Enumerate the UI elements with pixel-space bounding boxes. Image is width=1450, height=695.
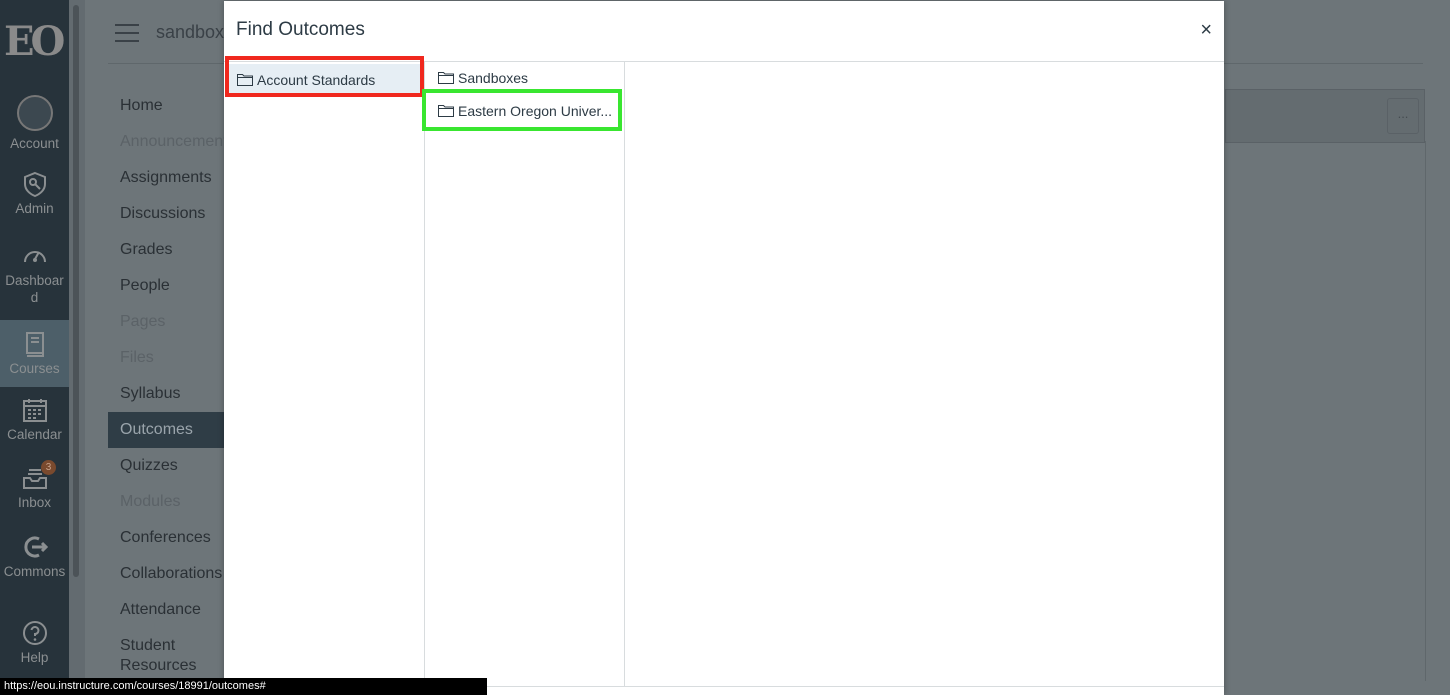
- help-icon: [22, 621, 47, 645]
- course-nav-student-resources[interactable]: Student Resources: [108, 628, 220, 680]
- outcomes-toolbar: ...: [1225, 89, 1425, 143]
- nav-calendar-label: Calendar: [7, 427, 62, 442]
- dialog-titlebar: Find Outcomes ×: [224, 1, 1224, 62]
- nav-admin-label: Admin: [15, 201, 54, 216]
- nav-admin[interactable]: Admin: [0, 170, 69, 217]
- dialog-title: Find Outcomes: [236, 19, 365, 40]
- nav-dashboard-label: Dashboard: [5, 273, 64, 305]
- nav-calendar[interactable]: Calendar: [0, 396, 69, 443]
- nav-commons-label: Commons: [3, 564, 66, 579]
- nav-help-label: Help: [20, 650, 49, 665]
- nav-courses[interactable]: Courses: [0, 320, 69, 387]
- outcome-details-pane: [625, 62, 1223, 686]
- account-avatar: [16, 95, 53, 131]
- breadcrumb[interactable]: sandbox: [156, 22, 224, 43]
- nav-commons[interactable]: Commons: [0, 533, 69, 580]
- page-gutter: [69, 0, 85, 695]
- book-icon: [25, 332, 44, 357]
- shield-key-icon: [23, 171, 46, 198]
- dashboard-gauge-icon: [23, 251, 46, 263]
- nav-account-label: Account: [10, 136, 59, 151]
- institution-logo[interactable]: EO: [0, 0, 69, 85]
- red-highlight-box: [225, 56, 424, 97]
- folder-icon: [438, 72, 454, 85]
- calendar-icon: [22, 399, 47, 422]
- nav-dashboard[interactable]: Dashboard: [0, 242, 69, 306]
- more-options-button[interactable]: ...: [1387, 98, 1419, 134]
- status-bar-url: https://eou.instructure.com/courses/1899…: [0, 678, 487, 695]
- nav-inbox[interactable]: 3 Inbox: [0, 460, 69, 511]
- close-button[interactable]: ×: [1200, 20, 1212, 40]
- inbox-badge: 3: [41, 460, 56, 475]
- logo-text: EO: [4, 18, 65, 65]
- find-outcomes-dialog: Find Outcomes × Account Standards Sandbo…: [224, 1, 1224, 695]
- nav-help[interactable]: Help: [0, 619, 69, 666]
- nav-courses-label: Courses: [9, 361, 60, 376]
- global-navigation: EO Account Admin Dashboard Courses Calen…: [0, 0, 69, 695]
- nav-inbox-label: Inbox: [17, 495, 52, 510]
- outcome-column-2: Sandboxes Eastern Oregon Univer...: [425, 62, 625, 686]
- green-highlight-box: [422, 89, 622, 131]
- folder-label: Sandboxes: [458, 70, 529, 86]
- content-border: [1225, 141, 1426, 681]
- commons-arrow-icon: [23, 536, 48, 558]
- hamburger-menu-icon[interactable]: [115, 24, 139, 48]
- nav-scrollbar[interactable]: [73, 5, 79, 577]
- nav-account[interactable]: Account: [0, 95, 69, 152]
- outcome-column-1: Account Standards: [224, 62, 425, 686]
